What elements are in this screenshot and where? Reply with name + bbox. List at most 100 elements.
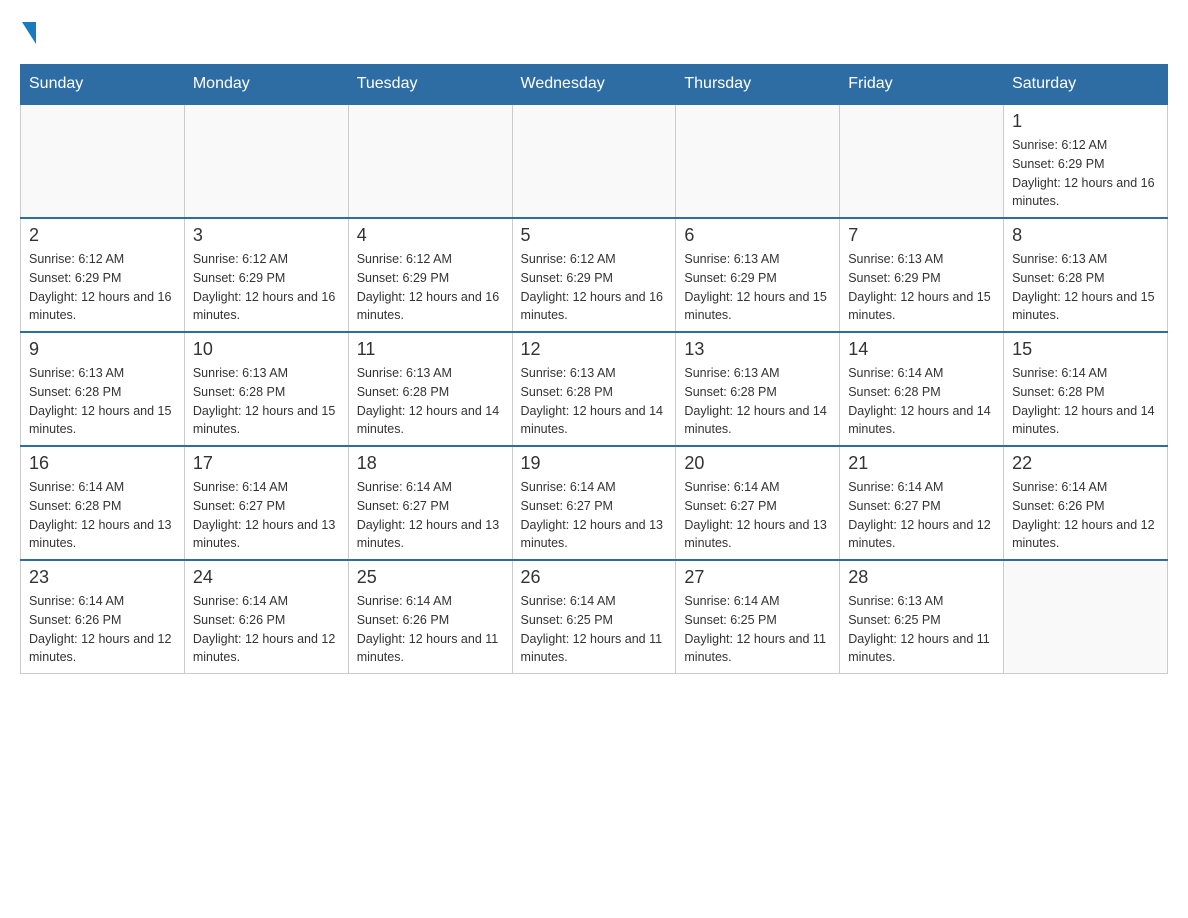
day-info: Sunrise: 6:13 AM Sunset: 6:29 PM Dayligh…	[684, 250, 831, 325]
day-number: 14	[848, 339, 995, 360]
page-header	[20, 20, 1168, 44]
weekday-header-saturday: Saturday	[1004, 65, 1168, 105]
day-info: Sunrise: 6:14 AM Sunset: 6:25 PM Dayligh…	[684, 592, 831, 667]
calendar-cell	[840, 104, 1004, 218]
day-number: 4	[357, 225, 504, 246]
day-info: Sunrise: 6:13 AM Sunset: 6:28 PM Dayligh…	[357, 364, 504, 439]
day-number: 13	[684, 339, 831, 360]
day-number: 23	[29, 567, 176, 588]
calendar-week-1: 1 Sunrise: 6:12 AM Sunset: 6:29 PM Daylig…	[21, 104, 1168, 218]
day-info: Sunrise: 6:12 AM Sunset: 6:29 PM Dayligh…	[357, 250, 504, 325]
day-info: Sunrise: 6:12 AM Sunset: 6:29 PM Dayligh…	[521, 250, 668, 325]
calendar-cell: 17 Sunrise: 6:14 AM Sunset: 6:27 PM Dayli…	[184, 446, 348, 560]
calendar-cell: 15 Sunrise: 6:14 AM Sunset: 6:28 PM Dayli…	[1004, 332, 1168, 446]
calendar-cell: 27Sunrise: 6:14 AM Sunset: 6:25 PM Dayli…	[676, 560, 840, 674]
calendar-cell: 19 Sunrise: 6:14 AM Sunset: 6:27 PM Dayli…	[512, 446, 676, 560]
calendar-cell: 22 Sunrise: 6:14 AM Sunset: 6:26 PM Dayli…	[1004, 446, 1168, 560]
day-info: Sunrise: 6:14 AM Sunset: 6:28 PM Dayligh…	[29, 478, 176, 553]
calendar-cell: 18 Sunrise: 6:14 AM Sunset: 6:27 PM Dayli…	[348, 446, 512, 560]
day-number: 11	[357, 339, 504, 360]
logo	[20, 20, 36, 44]
day-number: 25	[357, 567, 504, 588]
day-number: 6	[684, 225, 831, 246]
calendar-cell: 5 Sunrise: 6:12 AM Sunset: 6:29 PM Daylig…	[512, 218, 676, 332]
day-info: Sunrise: 6:14 AM Sunset: 6:27 PM Dayligh…	[684, 478, 831, 553]
day-number: 1	[1012, 111, 1159, 132]
day-info: Sunrise: 6:14 AM Sunset: 6:26 PM Dayligh…	[29, 592, 176, 667]
day-number: 10	[193, 339, 340, 360]
day-number: 5	[521, 225, 668, 246]
calendar-cell: 24 Sunrise: 6:14 AM Sunset: 6:26 PM Dayli…	[184, 560, 348, 674]
calendar-cell: 21Sunrise: 6:14 AM Sunset: 6:27 PM Dayli…	[840, 446, 1004, 560]
day-info: Sunrise: 6:13 AM Sunset: 6:29 PM Dayligh…	[848, 250, 995, 325]
day-info: Sunrise: 6:14 AM Sunset: 6:26 PM Dayligh…	[357, 592, 504, 667]
day-info: Sunrise: 6:14 AM Sunset: 6:26 PM Dayligh…	[193, 592, 340, 667]
calendar-cell: 3 Sunrise: 6:12 AM Sunset: 6:29 PM Daylig…	[184, 218, 348, 332]
day-number: 12	[521, 339, 668, 360]
weekday-header-tuesday: Tuesday	[348, 65, 512, 105]
calendar-cell: 16 Sunrise: 6:14 AM Sunset: 6:28 PM Dayli…	[21, 446, 185, 560]
calendar-table: SundayMondayTuesdayWednesdayThursdayFrid…	[20, 64, 1168, 674]
day-number: 24	[193, 567, 340, 588]
calendar-cell	[184, 104, 348, 218]
calendar-cell: 8 Sunrise: 6:13 AM Sunset: 6:28 PM Daylig…	[1004, 218, 1168, 332]
day-info: Sunrise: 6:13 AM Sunset: 6:28 PM Dayligh…	[29, 364, 176, 439]
day-info: Sunrise: 6:14 AM Sunset: 6:27 PM Dayligh…	[193, 478, 340, 553]
day-number: 9	[29, 339, 176, 360]
calendar-cell: 28 Sunrise: 6:13 AM Sunset: 6:25 PM Dayli…	[840, 560, 1004, 674]
day-info: Sunrise: 6:14 AM Sunset: 6:27 PM Dayligh…	[521, 478, 668, 553]
logo-arrow-icon	[22, 22, 36, 44]
calendar-cell	[21, 104, 185, 218]
day-info: Sunrise: 6:14 AM Sunset: 6:28 PM Dayligh…	[848, 364, 995, 439]
calendar-cell: 4 Sunrise: 6:12 AM Sunset: 6:29 PM Daylig…	[348, 218, 512, 332]
day-info: Sunrise: 6:13 AM Sunset: 6:28 PM Dayligh…	[684, 364, 831, 439]
calendar-week-2: 2 Sunrise: 6:12 AM Sunset: 6:29 PM Daylig…	[21, 218, 1168, 332]
weekday-header-monday: Monday	[184, 65, 348, 105]
calendar-cell: 25 Sunrise: 6:14 AM Sunset: 6:26 PM Dayli…	[348, 560, 512, 674]
calendar-header: SundayMondayTuesdayWednesdayThursdayFrid…	[21, 65, 1168, 105]
day-info: Sunrise: 6:14 AM Sunset: 6:28 PM Dayligh…	[1012, 364, 1159, 439]
day-info: Sunrise: 6:14 AM Sunset: 6:27 PM Dayligh…	[357, 478, 504, 553]
calendar-cell: 2 Sunrise: 6:12 AM Sunset: 6:29 PM Daylig…	[21, 218, 185, 332]
calendar-week-4: 16 Sunrise: 6:14 AM Sunset: 6:28 PM Dayli…	[21, 446, 1168, 560]
day-info: Sunrise: 6:13 AM Sunset: 6:28 PM Dayligh…	[193, 364, 340, 439]
calendar-cell: 23 Sunrise: 6:14 AM Sunset: 6:26 PM Dayli…	[21, 560, 185, 674]
calendar-week-3: 9 Sunrise: 6:13 AM Sunset: 6:28 PM Daylig…	[21, 332, 1168, 446]
day-number: 8	[1012, 225, 1159, 246]
day-info: Sunrise: 6:14 AM Sunset: 6:26 PM Dayligh…	[1012, 478, 1159, 553]
calendar-cell	[1004, 560, 1168, 674]
day-info: Sunrise: 6:13 AM Sunset: 6:28 PM Dayligh…	[1012, 250, 1159, 325]
calendar-cell: 14 Sunrise: 6:14 AM Sunset: 6:28 PM Dayli…	[840, 332, 1004, 446]
day-number: 19	[521, 453, 668, 474]
weekday-header-thursday: Thursday	[676, 65, 840, 105]
day-number: 18	[357, 453, 504, 474]
day-number: 3	[193, 225, 340, 246]
day-info: Sunrise: 6:12 AM Sunset: 6:29 PM Dayligh…	[1012, 136, 1159, 211]
calendar-week-5: 23 Sunrise: 6:14 AM Sunset: 6:26 PM Dayli…	[21, 560, 1168, 674]
day-info: Sunrise: 6:12 AM Sunset: 6:29 PM Dayligh…	[193, 250, 340, 325]
calendar-cell: 13 Sunrise: 6:13 AM Sunset: 6:28 PM Dayli…	[676, 332, 840, 446]
calendar-cell	[348, 104, 512, 218]
day-number: 20	[684, 453, 831, 474]
day-info: Sunrise: 6:13 AM Sunset: 6:25 PM Dayligh…	[848, 592, 995, 667]
calendar-cell: 1 Sunrise: 6:12 AM Sunset: 6:29 PM Daylig…	[1004, 104, 1168, 218]
day-number: 7	[848, 225, 995, 246]
day-number: 16	[29, 453, 176, 474]
day-number: 21	[848, 453, 995, 474]
logo-text	[20, 20, 36, 44]
calendar-cell: 6 Sunrise: 6:13 AM Sunset: 6:29 PM Daylig…	[676, 218, 840, 332]
day-number: 26	[521, 567, 668, 588]
calendar-cell: 26 Sunrise: 6:14 AM Sunset: 6:25 PM Dayli…	[512, 560, 676, 674]
calendar-cell	[512, 104, 676, 218]
day-number: 22	[1012, 453, 1159, 474]
day-number: 17	[193, 453, 340, 474]
day-number: 2	[29, 225, 176, 246]
day-number: 15	[1012, 339, 1159, 360]
weekday-header-sunday: Sunday	[21, 65, 185, 105]
day-info: Sunrise: 6:12 AM Sunset: 6:29 PM Dayligh…	[29, 250, 176, 325]
weekday-header-friday: Friday	[840, 65, 1004, 105]
calendar-cell: 12Sunrise: 6:13 AM Sunset: 6:28 PM Dayli…	[512, 332, 676, 446]
header-row: SundayMondayTuesdayWednesdayThursdayFrid…	[21, 65, 1168, 105]
day-info: Sunrise: 6:14 AM Sunset: 6:25 PM Dayligh…	[521, 592, 668, 667]
day-number: 28	[848, 567, 995, 588]
